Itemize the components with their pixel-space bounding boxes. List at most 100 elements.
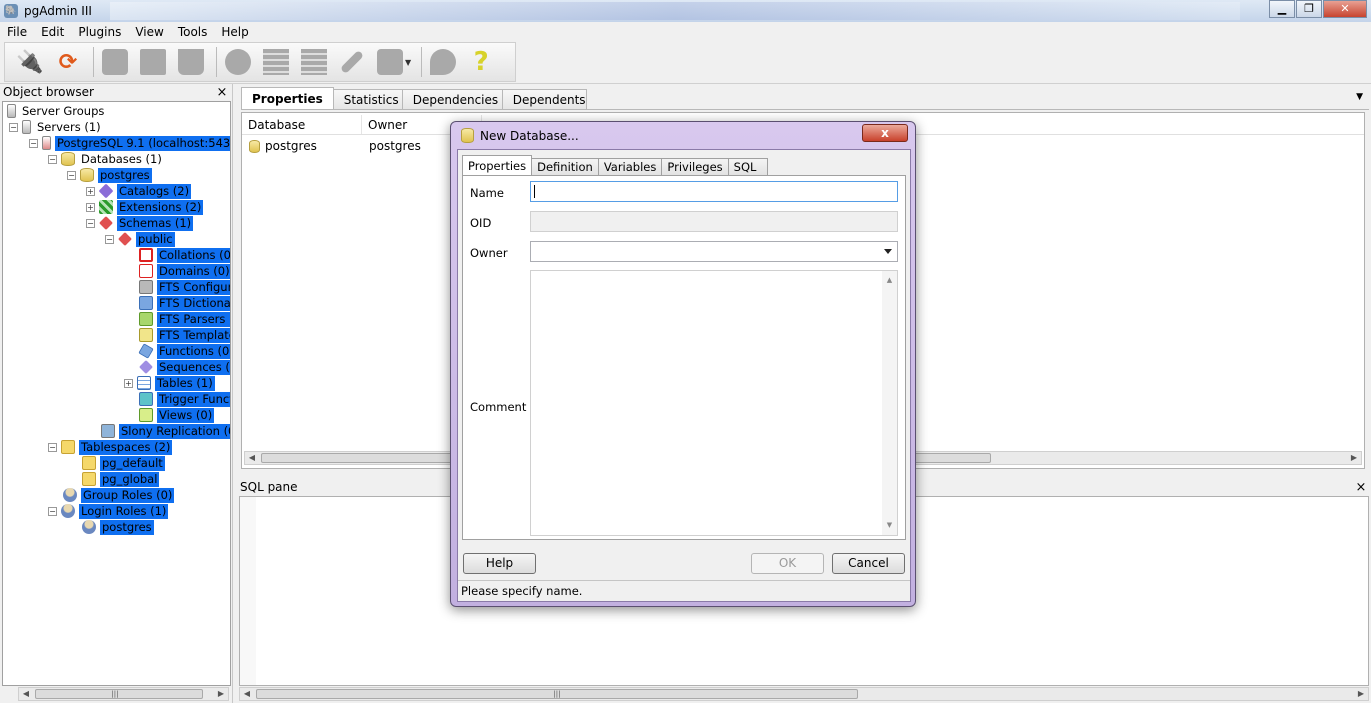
tree-item-tables[interactable]: + Tables (1) bbox=[124, 375, 215, 391]
comment-field[interactable]: ▲ ▼ bbox=[530, 270, 898, 536]
scroll-down-icon[interactable]: ▼ bbox=[882, 518, 897, 533]
collapse-icon[interactable]: − bbox=[48, 506, 57, 516]
expand-icon[interactable]: + bbox=[86, 186, 95, 196]
tree-item-domains[interactable]: Domains (0) bbox=[139, 263, 230, 279]
collapse-icon[interactable]: − bbox=[86, 218, 95, 228]
dialog-tab-definition[interactable]: Definition bbox=[531, 158, 599, 175]
chevron-down-icon[interactable] bbox=[884, 249, 892, 254]
menu-help[interactable]: Help bbox=[214, 25, 255, 39]
scroll-up-icon[interactable]: ▲ bbox=[882, 273, 897, 288]
oid-field bbox=[530, 211, 898, 232]
expand-icon[interactable]: + bbox=[86, 202, 95, 212]
tabs-dropdown-icon[interactable]: ▼ bbox=[1356, 92, 1363, 102]
object-browser-close-icon[interactable]: × bbox=[215, 85, 229, 100]
comment-vscrollbar[interactable]: ▲ ▼ bbox=[882, 271, 897, 535]
tree-item-pg-default[interactable]: pg_default bbox=[82, 455, 165, 471]
sql-pane-close-icon[interactable]: × bbox=[1354, 480, 1368, 495]
tree-item-database-postgres[interactable]: − postgres bbox=[67, 167, 152, 183]
hint-icon[interactable] bbox=[426, 45, 460, 79]
collapse-icon[interactable]: − bbox=[29, 138, 38, 148]
tree-item-slony-replication[interactable]: Slony Replication (0) bbox=[101, 423, 230, 439]
scroll-left-icon[interactable]: ◀ bbox=[245, 452, 259, 464]
scroll-left-icon[interactable]: ◀ bbox=[240, 688, 254, 700]
tree-item-group-roles[interactable]: Group Roles (0) bbox=[63, 487, 175, 503]
dialog-tab-sql[interactable]: SQL bbox=[727, 158, 768, 175]
tab-statistics[interactable]: Statistics bbox=[332, 89, 403, 109]
plugins-dropdown-icon[interactable]: ▼ bbox=[405, 58, 411, 67]
help-button[interactable]: Help bbox=[463, 553, 536, 574]
object-browser-hscrollbar[interactable]: ◀ ||| ▶ bbox=[18, 687, 229, 701]
menu-edit[interactable]: Edit bbox=[34, 25, 71, 39]
tab-dependencies[interactable]: Dependencies bbox=[401, 89, 503, 109]
drop-icon[interactable] bbox=[174, 45, 208, 79]
plugins-icon[interactable] bbox=[373, 45, 407, 79]
tree-item-servers[interactable]: − Servers (1) bbox=[9, 119, 103, 135]
scroll-right-icon[interactable]: ▶ bbox=[1347, 452, 1361, 464]
tree-item-catalogs[interactable]: + Catalogs (2) bbox=[86, 183, 192, 199]
tree-item-tablespaces[interactable]: − Tablespaces (2) bbox=[48, 439, 173, 455]
tree-item-views[interactable]: Views (0) bbox=[139, 407, 215, 423]
cancel-button[interactable]: Cancel bbox=[832, 553, 905, 574]
menu-plugins[interactable]: Plugins bbox=[71, 25, 128, 39]
sql-hscrollbar[interactable]: ◀ ||| ▶ bbox=[239, 687, 1369, 701]
server-group-icon bbox=[7, 104, 16, 118]
tree-item-server-groups[interactable]: Server Groups bbox=[7, 103, 106, 119]
collapse-icon[interactable]: − bbox=[105, 234, 114, 244]
dialog-tab-privileges[interactable]: Privileges bbox=[661, 158, 729, 175]
filter-icon[interactable] bbox=[297, 45, 331, 79]
scroll-right-icon[interactable]: ▶ bbox=[1354, 688, 1368, 700]
menu-tools[interactable]: Tools bbox=[171, 25, 215, 39]
menu-view[interactable]: View bbox=[128, 25, 170, 39]
object-tree[interactable]: Server Groups − Servers (1) − PostgreSQL… bbox=[2, 101, 231, 686]
tree-item-pg-global[interactable]: pg_global bbox=[82, 471, 160, 487]
tree-item-role-postgres[interactable]: postgres bbox=[82, 519, 154, 535]
tree-item-login-roles[interactable]: − Login Roles (1) bbox=[48, 503, 169, 519]
tree-item-extensions[interactable]: + Extensions (2) bbox=[86, 199, 204, 215]
maintenance-icon[interactable] bbox=[335, 45, 369, 79]
dialog-close-button[interactable]: x bbox=[862, 124, 908, 142]
tab-dependents[interactable]: Dependents bbox=[501, 89, 587, 109]
refresh-icon[interactable]: ⟳ bbox=[51, 45, 85, 79]
menu-file[interactable]: File bbox=[0, 25, 34, 39]
minimize-button[interactable]: ▁ bbox=[1269, 0, 1295, 18]
scroll-left-icon[interactable]: ◀ bbox=[19, 688, 33, 700]
collapse-icon[interactable]: − bbox=[48, 442, 57, 452]
tree-item-fts-templates[interactable]: FTS Templates bbox=[139, 327, 230, 343]
create-icon[interactable] bbox=[136, 45, 170, 79]
window-close-button[interactable]: ✕ bbox=[1323, 0, 1367, 18]
tree-item-databases[interactable]: − Databases (1) bbox=[48, 151, 164, 167]
collapse-icon[interactable]: − bbox=[67, 170, 76, 180]
tree-item-collations[interactable]: Collations (0) bbox=[139, 247, 230, 263]
scroll-right-icon[interactable]: ▶ bbox=[214, 688, 228, 700]
view-data-icon[interactable] bbox=[259, 45, 293, 79]
tree-item-schema-public[interactable]: − public bbox=[105, 231, 175, 247]
expand-icon[interactable]: + bbox=[124, 378, 133, 388]
list-item[interactable]: postgres postgres bbox=[242, 137, 421, 155]
column-header-database[interactable]: Database bbox=[242, 115, 362, 134]
name-field[interactable] bbox=[530, 181, 898, 202]
object-browser-title: Object browser bbox=[3, 85, 94, 99]
collapse-icon[interactable]: − bbox=[48, 154, 57, 164]
dialog-tab-properties[interactable]: Properties bbox=[462, 155, 533, 175]
tree-item-trigger-functions[interactable]: Trigger Functio bbox=[139, 391, 230, 407]
dialog-tab-variables[interactable]: Variables bbox=[597, 158, 663, 175]
tree-item-fts-dictionaries[interactable]: FTS Dictionaries bbox=[139, 295, 230, 311]
owner-dropdown[interactable] bbox=[530, 241, 898, 262]
tree-item-functions[interactable]: Functions (0) bbox=[138, 343, 230, 359]
help-icon[interactable]: ? bbox=[464, 45, 498, 79]
tree-item-sequences[interactable]: Sequences (0) bbox=[139, 359, 230, 375]
tab-properties[interactable]: Properties bbox=[241, 87, 334, 109]
tree-item-fts-parsers[interactable]: FTS Parsers (0) bbox=[139, 311, 230, 327]
sql-icon[interactable] bbox=[221, 45, 255, 79]
scroll-grip: ||| bbox=[553, 690, 561, 698]
trigger-functions-icon bbox=[139, 392, 153, 406]
tree-item-fts-configurations[interactable]: FTS Configurat bbox=[139, 279, 230, 295]
ok-button[interactable]: OK bbox=[751, 553, 824, 574]
tree-item-schemas[interactable]: − Schemas (1) bbox=[86, 215, 194, 231]
properties-icon[interactable] bbox=[98, 45, 132, 79]
maximize-button[interactable]: ❐ bbox=[1296, 0, 1322, 18]
collapse-icon[interactable]: − bbox=[9, 122, 18, 132]
tree-item-server[interactable]: − PostgreSQL 9.1 (localhost:5432) bbox=[29, 135, 230, 151]
server-icon bbox=[42, 136, 51, 150]
plug-icon[interactable]: 🔌 bbox=[13, 45, 47, 79]
